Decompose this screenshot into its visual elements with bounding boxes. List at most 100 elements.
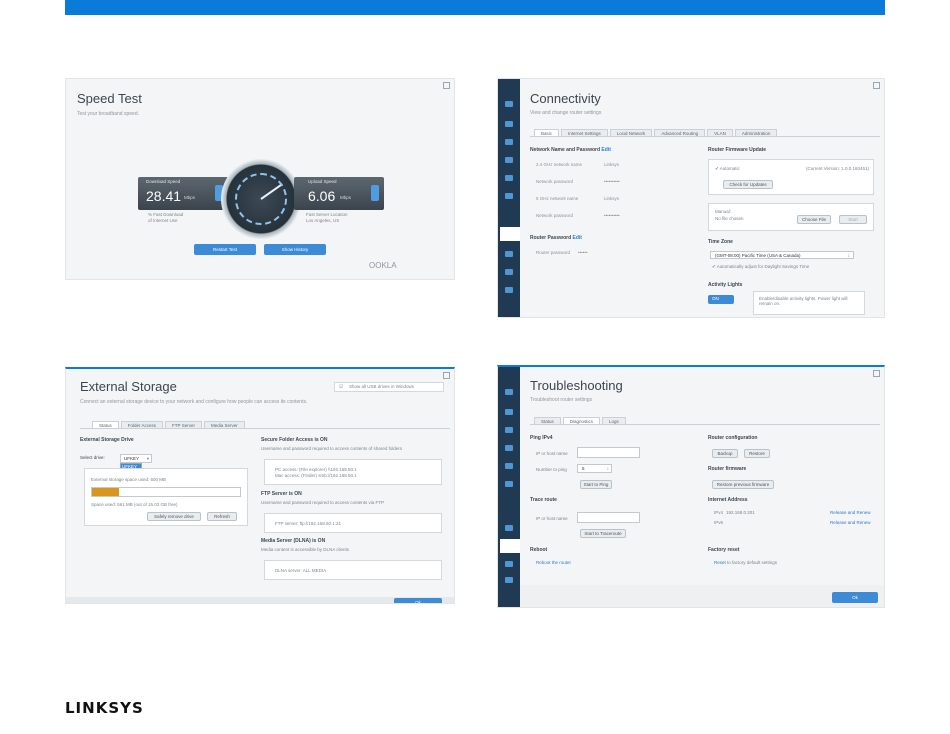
nav-icon-1[interactable]: [505, 101, 513, 107]
ipv6-label: IPv6: [714, 520, 724, 525]
nav-icon-5[interactable]: [505, 463, 513, 469]
ftp-info-box: FTP server: ftp://192.168.50.1:21: [264, 513, 442, 533]
side-navigation: [498, 367, 520, 607]
upload-note-1: Fast Server Location: [306, 212, 348, 217]
network-row-4-label: Network password: [536, 213, 574, 218]
ok-button[interactable]: Ok: [832, 592, 878, 603]
tab-folder-access[interactable]: Folder Access: [120, 421, 164, 428]
tab-diagnostics[interactable]: Diagnostics: [562, 417, 601, 424]
factory-reset-heading: Factory reset: [708, 547, 740, 553]
usb-checkbox-box[interactable]: Show all USB drives in Windows ☑: [334, 382, 444, 392]
tab-status[interactable]: Status: [534, 417, 561, 424]
nav-icon-4[interactable]: [505, 157, 513, 163]
page-title: Speed Test: [77, 91, 142, 106]
close-icon[interactable]: [443, 82, 450, 89]
connectivity-nav-icon[interactable]: [500, 227, 520, 241]
factory-reset-link[interactable]: Reset: [714, 560, 726, 565]
top-accent-bar: [65, 0, 885, 15]
automatic-checkbox[interactable]: ✔ Automatic: [715, 166, 740, 172]
edit-network-link[interactable]: Edit: [601, 147, 610, 153]
nav-icon-8[interactable]: [505, 269, 513, 275]
ping-ip-input[interactable]: [577, 447, 640, 458]
tab-media-server[interactable]: Media Server: [203, 421, 245, 428]
close-icon[interactable]: [873, 82, 880, 89]
nav-icon-2[interactable]: [505, 409, 513, 415]
nav-icon-5[interactable]: [505, 175, 513, 181]
secure-heading: Secure Folder Access is ON: [261, 437, 328, 443]
tab-advanced-routing[interactable]: Advanced Routing: [654, 129, 706, 136]
nav-icon-7[interactable]: [505, 251, 513, 257]
tab-basic[interactable]: Basic: [534, 129, 560, 136]
restore-firmware-button[interactable]: Restore previous firmware: [712, 480, 774, 489]
nav-icon-2[interactable]: [505, 121, 513, 127]
edit-router-password-link[interactable]: Edit: [573, 235, 582, 241]
nav-icon-6[interactable]: [505, 481, 513, 487]
manual-label: Manual:: [715, 209, 732, 214]
safely-remove-button[interactable]: Safely remove drive: [147, 512, 201, 521]
firmware-heading: Router Firmware Update: [708, 147, 767, 153]
trace-ip-input[interactable]: [577, 512, 640, 523]
tab-vlan[interactable]: VLAN: [707, 129, 733, 136]
router-password-value: ••••••: [578, 250, 588, 255]
restore-button[interactable]: Restore: [744, 449, 770, 458]
activity-toggle[interactable]: ON: [708, 295, 734, 304]
upload-value: 6.06: [308, 188, 336, 204]
internet-heading: Internet Address: [708, 497, 748, 503]
nav-icon-1[interactable]: [505, 389, 513, 395]
troubleshooting-nav-icon[interactable]: [500, 539, 520, 553]
network-row-3-value: Linksys: [604, 196, 620, 201]
nav-icon-3[interactable]: [505, 139, 513, 145]
tab-administration[interactable]: Administration: [734, 129, 778, 136]
page-title: Troubleshooting: [530, 378, 623, 393]
activity-heading: Activity Lights: [708, 282, 743, 288]
restart-test-button[interactable]: Restart Test: [194, 244, 256, 255]
choose-file-button[interactable]: Choose File: [797, 215, 831, 224]
tab-bar: Basic Internet Settings Local Network Ad…: [534, 129, 779, 136]
close-icon[interactable]: [873, 370, 880, 377]
tab-bar: Status Folder Access FTP Server Media Se…: [92, 421, 247, 428]
ipv6-release-renew-link[interactable]: Release and Renew: [830, 520, 871, 525]
tab-ftp-server[interactable]: FTP Server: [165, 421, 202, 428]
ipv4-label: IPv4: [714, 510, 724, 515]
start-button[interactable]: Start: [839, 215, 867, 224]
nav-icon-4[interactable]: [505, 445, 513, 451]
network-row-1-value: Linksys: [604, 162, 620, 167]
checkbox-icon: ☑: [339, 384, 344, 389]
nav-icon-9[interactable]: [505, 577, 513, 583]
nav-icon-3[interactable]: [505, 427, 513, 433]
media-box-text: DLNA server: ALL MEDIA: [275, 568, 327, 573]
ipv4-release-renew-link[interactable]: Release and Renew: [830, 510, 871, 515]
tab-logs[interactable]: Logs: [602, 417, 626, 424]
start-traceroute-button[interactable]: Start to Traceroute: [580, 529, 626, 538]
activity-desc: Enable/disable activity lights. Power li…: [759, 296, 848, 306]
download-panel: Download Speed 28.41 Mbps: [138, 177, 228, 210]
close-icon[interactable]: [443, 372, 450, 379]
upload-arrow-icon: [371, 185, 379, 201]
dst-checkbox[interactable]: ✔ Automatically adjust for Daylight Savi…: [712, 264, 809, 270]
chevron-down-icon: ▾: [146, 456, 149, 461]
nav-icon-9[interactable]: [505, 287, 513, 293]
backup-button[interactable]: Backup: [712, 449, 738, 458]
start-ping-button[interactable]: Start to Ping: [580, 480, 612, 489]
nav-icon-8[interactable]: [505, 561, 513, 567]
page-subtitle: Test your broadband speed.: [77, 111, 139, 117]
drive-select[interactable]: UFKEY ▾: [120, 454, 152, 463]
tab-internet-settings[interactable]: Internet Settings: [561, 129, 608, 136]
timezone-select[interactable]: (GMT-08:00) Pacific Time (USA & Canada) …: [710, 251, 854, 259]
reboot-link[interactable]: Reboot the router: [536, 560, 571, 565]
tab-divider: [80, 428, 450, 429]
ookla-logo: OOKLA: [369, 261, 397, 270]
router-password-heading: Router Password Edit: [530, 235, 582, 241]
nav-icon-6[interactable]: [505, 193, 513, 199]
ping-count-stepper[interactable]: 5 ↕: [577, 464, 612, 473]
tab-local-network[interactable]: Local Network: [609, 129, 653, 136]
select-drive-label: Select drive:: [80, 455, 105, 460]
nav-icon-7[interactable]: [505, 525, 513, 531]
upload-unit: Mbps: [340, 195, 352, 200]
timezone-heading: Time Zone: [708, 239, 733, 245]
tab-status[interactable]: Status: [92, 421, 119, 428]
check-updates-button[interactable]: Check for Updates: [723, 180, 773, 189]
refresh-button[interactable]: Refresh: [207, 512, 237, 521]
show-history-button[interactable]: Show History: [264, 244, 326, 255]
ok-button[interactable]: Ok: [394, 598, 442, 603]
